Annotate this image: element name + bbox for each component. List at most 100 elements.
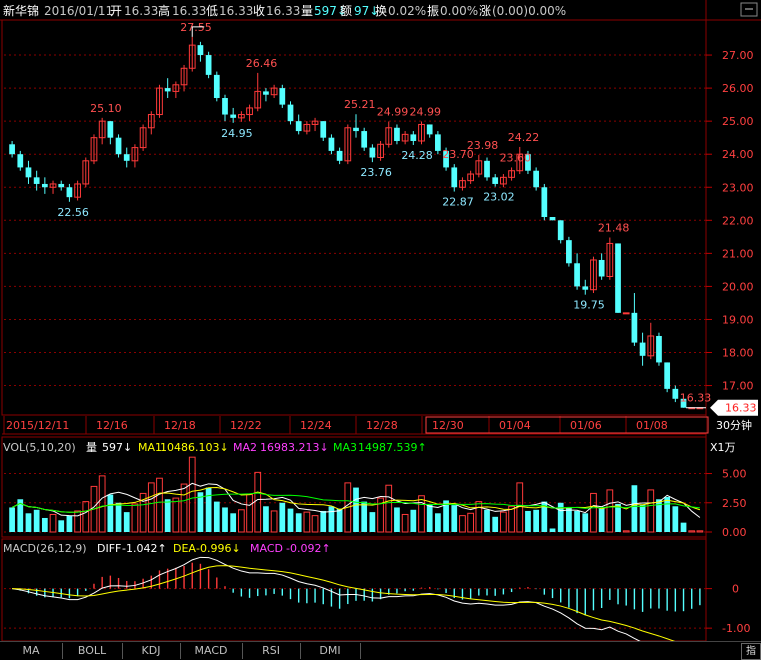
volume-bar <box>672 506 679 532</box>
tab-boll[interactable]: BOLL <box>62 643 123 659</box>
diff-value: -1.042↑ <box>122 542 167 555</box>
price-annotation-label: 24.28 <box>401 149 433 162</box>
price-annotation-label: 24.95 <box>221 127 253 140</box>
price-annotation-label: 24.22 <box>508 131 540 144</box>
volume-bar <box>631 485 638 532</box>
volume-bar <box>188 456 196 533</box>
price-tick-label: 17.00 <box>722 380 754 393</box>
price-annotation-label: 23.02 <box>483 191 515 204</box>
volume-bar <box>664 496 671 532</box>
vol-label: 量 <box>301 4 313 18</box>
volume-bar <box>696 530 704 533</box>
macd-value: -0.092↑ <box>286 542 331 555</box>
vol-legend-value: 597↓ <box>102 441 132 454</box>
price-annotation-label: 25.10 <box>90 102 122 115</box>
volume-bar <box>147 482 155 533</box>
volume-bar <box>451 505 458 532</box>
tab-macd[interactable]: MACD <box>180 643 243 659</box>
price-annotation-label: 19.75 <box>573 299 605 312</box>
volume-bar <box>328 506 335 532</box>
volume-bar <box>82 501 90 533</box>
ma2-label: MA2 <box>233 441 257 454</box>
candle-body <box>622 312 630 315</box>
date-label: 01/04 <box>499 419 531 432</box>
volume-bar <box>303 511 311 533</box>
volume-bar <box>574 510 580 532</box>
dea-value: -0.996↓ <box>196 542 241 555</box>
open-label: 开 <box>110 4 122 18</box>
date-label: 12/30 <box>432 419 464 432</box>
price-annotation-label: 21.48 <box>598 221 630 234</box>
stock-name: 新华锦 <box>3 3 39 18</box>
vol-title: VOL(5,10,20) <box>3 441 76 454</box>
candle-body <box>336 150 343 161</box>
price-annotation-label: 25.21 <box>344 98 376 111</box>
macd-tick-label: -1.00 <box>722 622 750 635</box>
candle-body <box>33 177 40 184</box>
candle-body <box>574 263 580 287</box>
volume-bar <box>361 501 368 532</box>
candle-body <box>394 127 400 141</box>
volume-bar <box>410 509 417 532</box>
volume-bar <box>263 506 269 532</box>
price-axis: 27.00 26.00 25.00 24.00 23.00 22.00 21.00 20.00… <box>706 49 754 393</box>
price-tick-label: 24.00 <box>722 148 754 161</box>
price-annotation-label: 23.70 <box>442 148 474 161</box>
volume-bar <box>336 508 343 532</box>
volume-bar <box>590 492 597 533</box>
volume-bar <box>230 513 237 532</box>
volume-bar <box>492 516 499 532</box>
volume-bar <box>353 487 359 532</box>
volume-bar <box>123 512 130 532</box>
volume-bar <box>435 513 441 532</box>
date-axis: 2015/12/11 12/16 12/18 12/22 12/24 12/28 12/30… <box>2 416 752 435</box>
macd-axis: 0 -1.00 <box>4 583 750 635</box>
price-annotation-label: 23.76 <box>360 166 392 179</box>
date-label: 01/08 <box>636 419 668 432</box>
date-label: 12/24 <box>300 419 332 432</box>
candle-body <box>672 388 679 399</box>
candle-body <box>557 220 564 241</box>
chart-canvas[interactable]: 新华锦 2016/01/11 开 16.33 高 16.33 低 16.33 收… <box>0 0 761 659</box>
tab-ma[interactable]: MA <box>0 643 63 659</box>
tab-rsi[interactable]: RSI <box>242 643 301 659</box>
candle-body <box>541 187 548 217</box>
candle-body <box>615 243 621 313</box>
candle-body <box>66 187 73 198</box>
date-label: 12/28 <box>366 419 398 432</box>
tab-dmi[interactable]: DMI <box>300 643 361 659</box>
macd-label: MACD <box>250 542 283 555</box>
volume-bar <box>213 501 220 532</box>
candle-body <box>484 160 490 178</box>
candle-body <box>115 137 122 155</box>
volume-bar <box>533 509 540 532</box>
tab-kdj[interactable]: KDJ <box>122 643 181 659</box>
volume-bar <box>394 507 400 532</box>
volume-bar <box>598 508 605 532</box>
volume-bar <box>41 517 48 532</box>
amount-label: 额 <box>340 4 352 18</box>
quote-date: 2016/01/11 <box>44 4 113 18</box>
candle-body <box>328 137 335 151</box>
price-frame <box>1 19 707 416</box>
volume-bar <box>9 507 15 532</box>
price-tick-label: 20.00 <box>722 280 754 293</box>
price-tick-label: 26.00 <box>722 82 754 95</box>
indicator-menu-button[interactable]: 指 <box>741 643 761 660</box>
candle-body <box>549 217 556 221</box>
high-value: 16.33 <box>172 4 206 18</box>
price-tick-label: 27.00 <box>722 49 754 62</box>
candle-body <box>17 154 24 168</box>
volume-bar <box>418 495 425 533</box>
volume-bar <box>622 530 630 533</box>
price-tick-label: 23.00 <box>722 181 754 194</box>
volume-bar <box>115 502 122 532</box>
price-annotation-label: 22.87 <box>442 196 474 209</box>
volume-bar <box>197 492 204 532</box>
amplitude-value: 0.00% <box>440 4 478 18</box>
price-tick-label: 25.00 <box>722 115 754 128</box>
candle-body <box>582 286 589 290</box>
volume-bar <box>549 528 556 532</box>
candle-body <box>197 45 204 56</box>
macd-legend: MACD(26,12,9) DIFF -1.042↑ DEA -0.996↓ M… <box>3 542 331 555</box>
